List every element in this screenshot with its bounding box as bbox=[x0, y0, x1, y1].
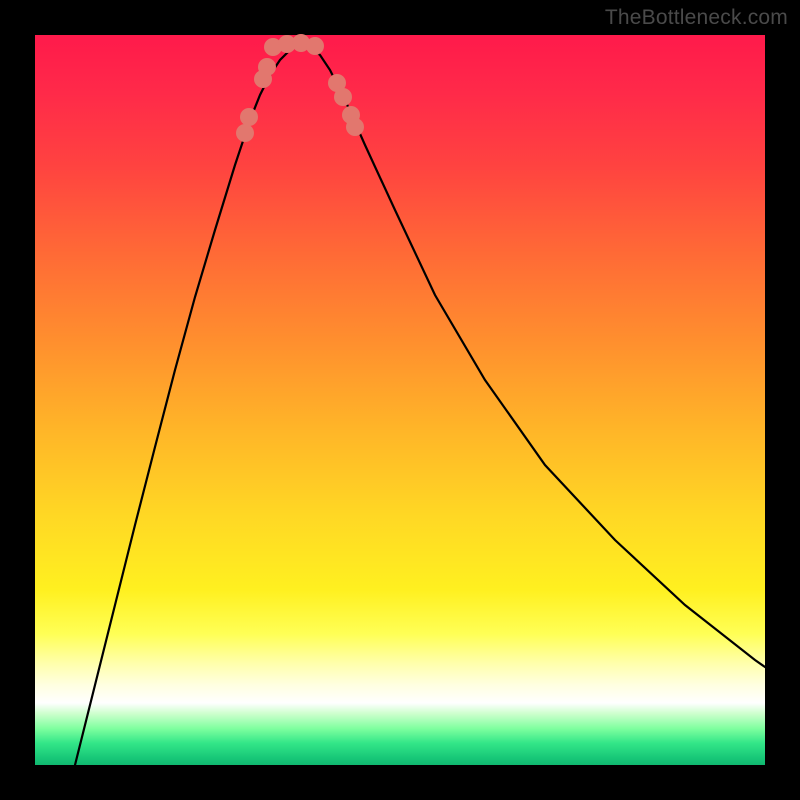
marker-dot bbox=[306, 37, 324, 55]
marker-dots bbox=[236, 34, 364, 142]
plot-area bbox=[35, 35, 765, 765]
chart-svg bbox=[35, 35, 765, 765]
marker-dot bbox=[346, 118, 364, 136]
bottleneck-curve bbox=[75, 45, 765, 765]
watermark-text: TheBottleneck.com bbox=[605, 6, 788, 30]
marker-dot bbox=[240, 108, 258, 126]
marker-dot bbox=[334, 88, 352, 106]
marker-dot bbox=[258, 58, 276, 76]
chart-frame: TheBottleneck.com bbox=[0, 0, 800, 800]
marker-dot bbox=[236, 124, 254, 142]
